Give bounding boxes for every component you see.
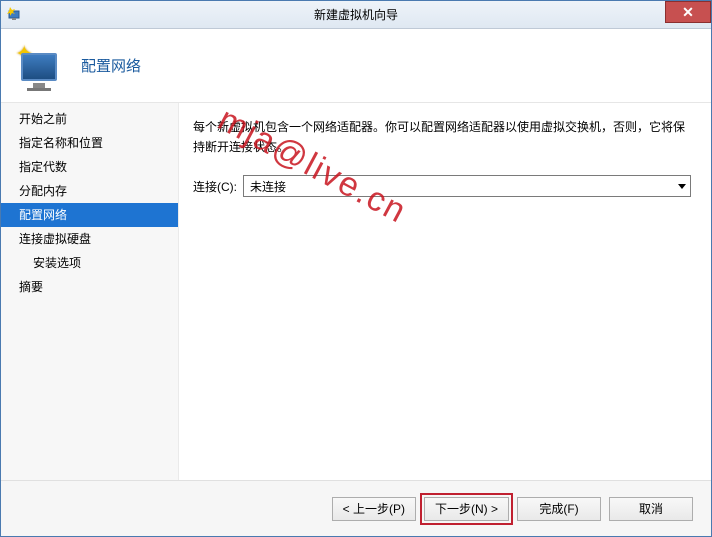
cancel-button[interactable]: 取消: [609, 497, 693, 521]
sidebar-step-generation[interactable]: 指定代数: [1, 155, 178, 179]
chevron-down-icon: [678, 184, 686, 189]
sidebar-step-before-begin[interactable]: 开始之前: [1, 107, 178, 131]
connection-row: 连接(C): 未连接: [193, 175, 691, 197]
wizard-content: 每个新虚拟机包含一个网络适配器。你可以配置网络适配器以使用虚拟交换机，否则，它将…: [179, 103, 711, 480]
connection-select[interactable]: 未连接: [243, 175, 691, 197]
app-icon: [7, 7, 23, 23]
wizard-body: 开始之前 指定名称和位置 指定代数 分配内存 配置网络 连接虚拟硬盘 安装选项 …: [1, 103, 711, 480]
finish-button[interactable]: 完成(F): [517, 497, 601, 521]
window-title: 新建虚拟机向导: [314, 6, 398, 23]
description-text: 每个新虚拟机包含一个网络适配器。你可以配置网络适配器以使用虚拟交换机，否则，它将…: [193, 117, 691, 157]
connection-label: 连接(C):: [193, 178, 237, 195]
sidebar-step-install-options[interactable]: 安装选项: [1, 251, 178, 275]
connection-value: 未连接: [250, 178, 286, 195]
wizard-header-icon: ✦: [13, 41, 63, 91]
sidebar-step-summary[interactable]: 摘要: [1, 275, 178, 299]
next-button[interactable]: 下一步(N) >: [424, 497, 509, 521]
sidebar-step-name-location[interactable]: 指定名称和位置: [1, 131, 178, 155]
wizard-steps-sidebar: 开始之前 指定名称和位置 指定代数 分配内存 配置网络 连接虚拟硬盘 安装选项 …: [1, 103, 179, 480]
sidebar-step-network[interactable]: 配置网络: [1, 203, 178, 227]
wizard-header: ✦ 配置网络: [1, 29, 711, 103]
titlebar: 新建虚拟机向导 ✕: [1, 1, 711, 29]
close-icon: ✕: [682, 4, 694, 21]
sidebar-step-memory[interactable]: 分配内存: [1, 179, 178, 203]
wizard-footer: < 上一步(P) 下一步(N) > 完成(F) 取消: [1, 480, 711, 536]
wizard-window: 新建虚拟机向导 ✕ ✦ 配置网络 开始之前 指定名称和位置 指定代数 分配内存 …: [0, 0, 712, 537]
sidebar-step-vhd[interactable]: 连接虚拟硬盘: [1, 227, 178, 251]
page-title: 配置网络: [81, 55, 141, 76]
previous-button[interactable]: < 上一步(P): [332, 497, 416, 521]
close-button[interactable]: ✕: [665, 1, 711, 23]
